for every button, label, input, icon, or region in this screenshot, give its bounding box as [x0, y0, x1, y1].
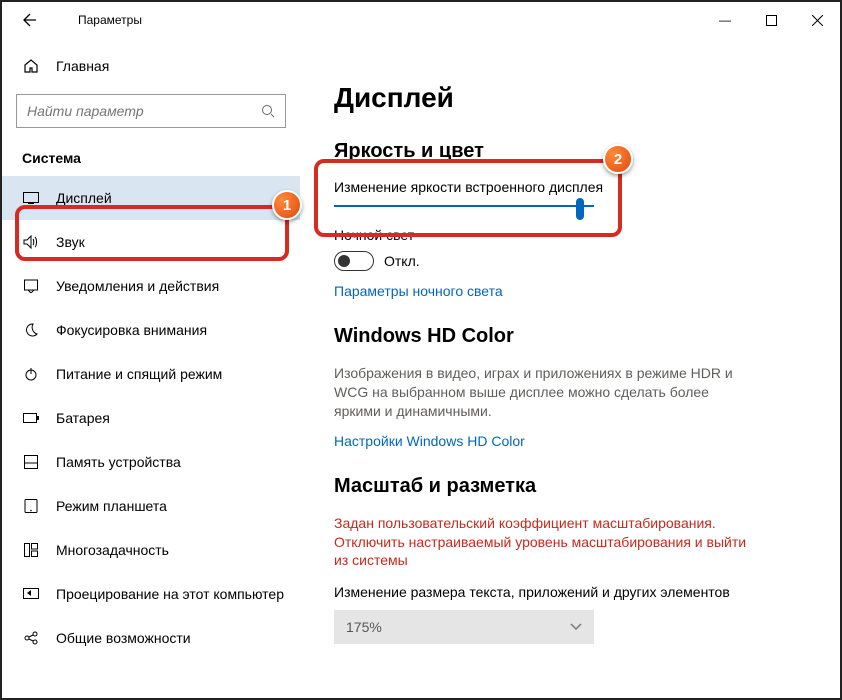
share-icon [22, 631, 40, 645]
night-light-toggle[interactable] [334, 251, 374, 271]
scale-dropdown[interactable]: 175% [334, 610, 594, 644]
section-brightness: Яркость и цвет [334, 140, 802, 163]
maximize-button[interactable] [748, 2, 794, 38]
close-icon [812, 15, 823, 26]
tablet-icon [22, 499, 40, 513]
night-light-label: Ночной свет [334, 227, 802, 243]
content: Дисплей Яркость и цвет Изменение яркости… [300, 38, 840, 698]
search-icon [261, 104, 275, 118]
window-title: Параметры [78, 13, 142, 27]
nav-list: Дисплей Звук Уведомления и действия Фоку… [2, 176, 300, 660]
nav-label: Память устройства [56, 454, 181, 470]
toggle-knob [338, 255, 350, 267]
title-bar: Параметры — [2, 2, 840, 38]
battery-icon [22, 413, 40, 423]
nav-label: Проецирование на этот компьютер [56, 586, 284, 602]
search-field[interactable] [27, 103, 261, 119]
back-button[interactable] [12, 2, 48, 38]
section-hdr: Windows HD Color [334, 325, 802, 348]
nav-label: Питание и спящий режим [56, 366, 222, 382]
section-scale: Масштаб и разметка [334, 475, 802, 498]
arrow-left-icon [22, 12, 38, 28]
nav-label: Батарея [56, 410, 110, 426]
project-icon [22, 588, 40, 600]
sound-icon [22, 235, 40, 249]
nav-label: Фокусировка внимания [56, 322, 207, 338]
power-icon [22, 367, 40, 381]
multitask-icon [22, 543, 40, 557]
maximize-icon [766, 15, 777, 26]
annotation-badge-1: 1 [272, 190, 302, 220]
nav-label: Многозадачность [56, 542, 169, 558]
nav-battery[interactable]: Батарея [2, 396, 300, 440]
nav-display[interactable]: Дисплей [2, 176, 300, 220]
annotation-badge-2: 2 [603, 144, 633, 174]
minimize-button[interactable]: — [702, 2, 748, 38]
nav-notifications[interactable]: Уведомления и действия [2, 264, 300, 308]
storage-icon [22, 455, 40, 469]
scale-value: 175% [346, 619, 382, 635]
brightness-slider[interactable] [334, 205, 594, 207]
nav-label: Уведомления и действия [56, 278, 219, 294]
home-label: Главная [56, 58, 109, 74]
display-icon [22, 192, 40, 204]
notification-icon [22, 279, 40, 293]
home-nav[interactable]: Главная [2, 44, 300, 88]
nav-multitask[interactable]: Многозадачность [2, 528, 300, 572]
toggle-state: Откл. [384, 253, 420, 269]
nav-focus[interactable]: Фокусировка внимания [2, 308, 300, 352]
nav-tablet[interactable]: Режим планшета [2, 484, 300, 528]
search-input[interactable] [16, 94, 286, 128]
moon-icon [22, 323, 40, 337]
close-button[interactable] [794, 2, 840, 38]
sidebar: Главная Система Дисплей Звук [2, 38, 300, 698]
nav-power[interactable]: Питание и спящий режим [2, 352, 300, 396]
nav-shared[interactable]: Общие возможности [2, 616, 300, 660]
nav-label: Дисплей [56, 190, 112, 206]
brightness-label: Изменение яркости встроенного дисплея [334, 179, 802, 195]
nav-label: Звук [56, 234, 85, 250]
night-light-settings-link[interactable]: Параметры ночного света [334, 283, 503, 299]
nav-label: Режим планшета [56, 498, 167, 514]
hdr-description: Изображения в видео, играх и приложениях… [334, 364, 754, 421]
scale-label: Изменение размера текста, приложений и д… [334, 584, 802, 600]
nav-projecting[interactable]: Проецирование на этот компьютер [2, 572, 300, 616]
nav-sound[interactable]: Звук [2, 220, 300, 264]
slider-thumb[interactable] [576, 198, 584, 220]
group-header: Система [2, 128, 300, 176]
page-title: Дисплей [334, 82, 802, 114]
nav-storage[interactable]: Память устройства [2, 440, 300, 484]
chevron-down-icon [570, 623, 582, 631]
hdr-settings-link[interactable]: Настройки Windows HD Color [334, 433, 525, 449]
scale-warning[interactable]: Задан пользовательский коэффициент масшт… [334, 514, 754, 571]
nav-label: Общие возможности [56, 630, 191, 646]
home-icon [22, 58, 40, 74]
